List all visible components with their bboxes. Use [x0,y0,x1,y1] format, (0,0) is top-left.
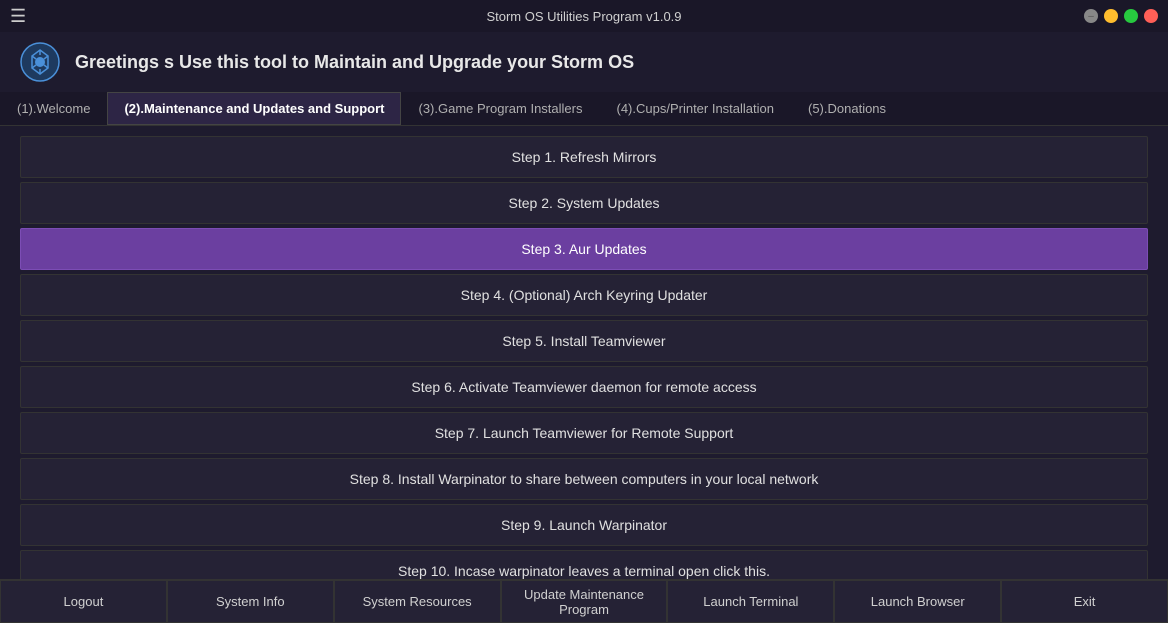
window-controls: – [1084,9,1158,23]
step4-button[interactable]: Step 4. (Optional) Arch Keyring Updater [20,274,1148,316]
launch-browser-button[interactable]: Launch Browser [834,580,1001,623]
launch-terminal-button[interactable]: Launch Terminal [667,580,834,623]
update-maintenance-button[interactable]: Update Maintenance Program [501,580,668,623]
app-logo [20,42,60,82]
header: Greetings s Use this tool to Maintain an… [0,32,1168,92]
menu-icon[interactable]: ☰ [10,6,26,27]
bottom-bar: Logout System Info System Resources Upda… [0,579,1168,623]
system-resources-button[interactable]: System Resources [334,580,501,623]
step8-button[interactable]: Step 8. Install Warpinator to share betw… [20,458,1148,500]
fullscreen-button[interactable] [1124,9,1138,23]
minimize-button[interactable]: – [1084,9,1098,23]
titlebar: ☰ Storm OS Utilities Program v1.0.9 – [0,0,1168,32]
tab-bar: (1).Welcome (2).Maintenance and Updates … [0,92,1168,126]
logout-button[interactable]: Logout [0,580,167,623]
tab-donations[interactable]: (5).Donations [791,92,903,125]
tab-games[interactable]: (3).Game Program Installers [401,92,599,125]
step2-button[interactable]: Step 2. System Updates [20,182,1148,224]
step7-button[interactable]: Step 7. Launch Teamviewer for Remote Sup… [20,412,1148,454]
header-greeting: Greetings s Use this tool to Maintain an… [75,52,634,73]
tab-welcome[interactable]: (1).Welcome [0,92,107,125]
maximize-button[interactable] [1104,9,1118,23]
step10-button[interactable]: Step 10. Incase warpinator leaves a term… [20,550,1148,579]
step5-button[interactable]: Step 5. Install Teamviewer [20,320,1148,362]
step9-button[interactable]: Step 9. Launch Warpinator [20,504,1148,546]
step3-button[interactable]: Step 3. Aur Updates [20,228,1148,270]
step1-button[interactable]: Step 1. Refresh Mirrors [20,136,1148,178]
main-content: Step 1. Refresh Mirrors Step 2. System U… [0,126,1168,579]
window-title: Storm OS Utilities Program v1.0.9 [486,9,681,24]
tab-cups[interactable]: (4).Cups/Printer Installation [599,92,791,125]
tab-maintenance[interactable]: (2).Maintenance and Updates and Support [107,92,401,125]
exit-button[interactable]: Exit [1001,580,1168,623]
close-button[interactable] [1144,9,1158,23]
step6-button[interactable]: Step 6. Activate Teamviewer daemon for r… [20,366,1148,408]
system-info-button[interactable]: System Info [167,580,334,623]
